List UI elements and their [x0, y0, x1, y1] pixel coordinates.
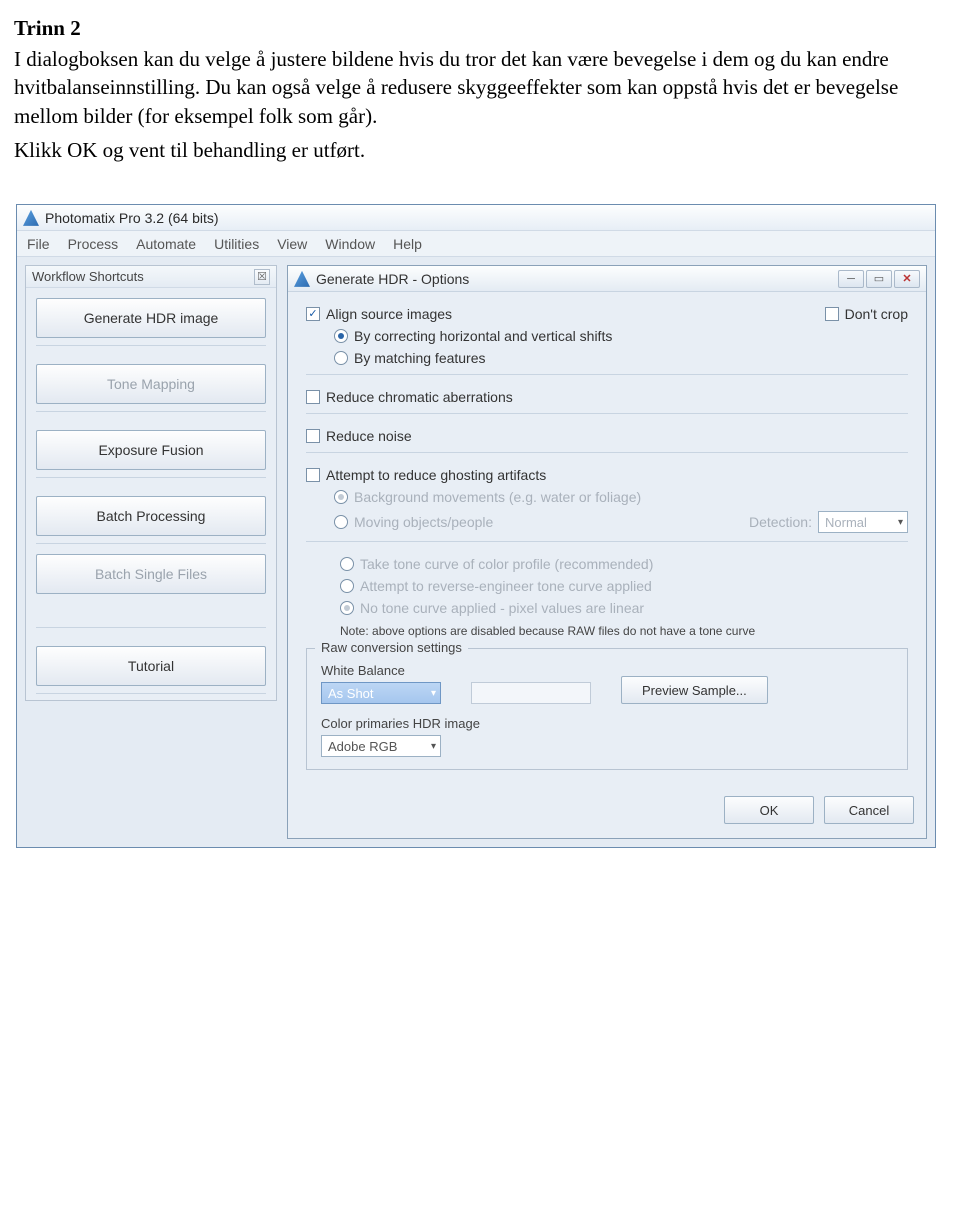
ghost-checkbox[interactable] — [306, 468, 320, 482]
ghost-radio-moving — [334, 515, 348, 529]
sidebar: Workflow Shortcuts ☒ Generate HDR image … — [25, 265, 277, 839]
app-icon — [23, 210, 39, 226]
menu-view[interactable]: View — [277, 236, 307, 252]
menu-automate[interactable]: Automate — [136, 236, 196, 252]
app-title: Photomatix Pro 3.2 (64 bits) — [45, 210, 219, 226]
dialog-icon — [294, 271, 310, 287]
ghost-radio-bg — [334, 490, 348, 504]
align-radio-shifts-label: By correcting horizontal and vertical sh… — [354, 328, 612, 344]
tone-radio-2-label: Attempt to reverse-engineer tone curve a… — [360, 578, 652, 594]
menu-process[interactable]: Process — [68, 236, 119, 252]
detection-label: Detection: — [749, 514, 812, 530]
workflow-panel: Workflow Shortcuts ☒ Generate HDR image … — [25, 265, 277, 701]
close-panel-icon[interactable]: ☒ — [254, 269, 270, 285]
chroma-label: Reduce chromatic aberrations — [326, 389, 513, 405]
align-label: Align source images — [326, 306, 452, 322]
ghost-radio-moving-label: Moving objects/people — [354, 514, 493, 530]
preview-sample-button[interactable]: Preview Sample... — [621, 676, 768, 704]
tone-radio-1-label: Take tone curve of color profile (recomm… — [360, 556, 653, 572]
white-balance-label: White Balance — [321, 663, 441, 678]
ghost-label: Attempt to reduce ghosting artifacts — [326, 467, 546, 483]
app-titlebar: Photomatix Pro 3.2 (64 bits) — [17, 205, 935, 231]
menu-help[interactable]: Help — [393, 236, 422, 252]
screenshot-container: Photomatix Pro 3.2 (64 bits) File Proces… — [14, 202, 946, 850]
align-checkbox[interactable]: ✓ — [306, 307, 320, 321]
generate-hdr-dialog: Generate HDR - Options ─ ▭ ✕ ✓ Align sou… — [287, 265, 927, 839]
menubar: File Process Automate Utilities View Win… — [17, 231, 935, 257]
batch-processing-button[interactable]: Batch Processing — [36, 496, 266, 536]
doc-paragraph-2: Klikk OK og vent til behandling er utfør… — [14, 136, 946, 164]
maximize-icon[interactable]: ▭ — [866, 270, 892, 288]
menu-utilities[interactable]: Utilities — [214, 236, 259, 252]
batch-single-files-button[interactable]: Batch Single Files — [36, 554, 266, 594]
chroma-checkbox[interactable] — [306, 390, 320, 404]
tutorial-button[interactable]: Tutorial — [36, 646, 266, 686]
generate-hdr-button[interactable]: Generate HDR image — [36, 298, 266, 338]
raw-settings-group: Raw conversion settings White Balance As… — [306, 648, 908, 770]
align-radio-features[interactable] — [334, 351, 348, 365]
minimize-icon[interactable]: ─ — [838, 270, 864, 288]
doc-heading: Trinn 2 — [14, 16, 946, 41]
dont-crop-label: Don't crop — [845, 306, 908, 322]
dialog-title: Generate HDR - Options — [316, 271, 838, 287]
workflow-panel-title: Workflow Shortcuts — [32, 269, 144, 284]
noise-label: Reduce noise — [326, 428, 412, 444]
menu-file[interactable]: File — [27, 236, 50, 252]
menu-window[interactable]: Window — [325, 236, 375, 252]
tone-note: Note: above options are disabled because… — [340, 624, 755, 638]
dont-crop-checkbox[interactable] — [825, 307, 839, 321]
tone-radio-3 — [340, 601, 354, 615]
noise-checkbox[interactable] — [306, 429, 320, 443]
white-balance-combo[interactable]: As Shot▾ — [321, 682, 441, 704]
color-primaries-combo[interactable]: Adobe RGB▾ — [321, 735, 441, 757]
align-radio-features-label: By matching features — [354, 350, 486, 366]
align-radio-shifts[interactable] — [334, 329, 348, 343]
ok-button[interactable]: OK — [724, 796, 814, 824]
detection-combo: Normal▾ — [818, 511, 908, 533]
cancel-button[interactable]: Cancel — [824, 796, 914, 824]
tone-radio-1 — [340, 557, 354, 571]
tone-radio-3-label: No tone curve applied - pixel values are… — [360, 600, 644, 616]
color-primaries-label: Color primaries HDR image — [321, 716, 893, 731]
tone-mapping-button[interactable]: Tone Mapping — [36, 364, 266, 404]
doc-paragraph-1: I dialogboksen kan du velge å justere bi… — [14, 45, 946, 130]
raw-settings-legend: Raw conversion settings — [315, 640, 468, 655]
dialog-titlebar: Generate HDR - Options ─ ▭ ✕ — [288, 266, 926, 292]
app-window: Photomatix Pro 3.2 (64 bits) File Proces… — [16, 204, 936, 848]
tone-radio-2 — [340, 579, 354, 593]
ghost-radio-bg-label: Background movements (e.g. water or foli… — [354, 489, 641, 505]
exposure-fusion-button[interactable]: Exposure Fusion — [36, 430, 266, 470]
close-icon[interactable]: ✕ — [894, 270, 920, 288]
